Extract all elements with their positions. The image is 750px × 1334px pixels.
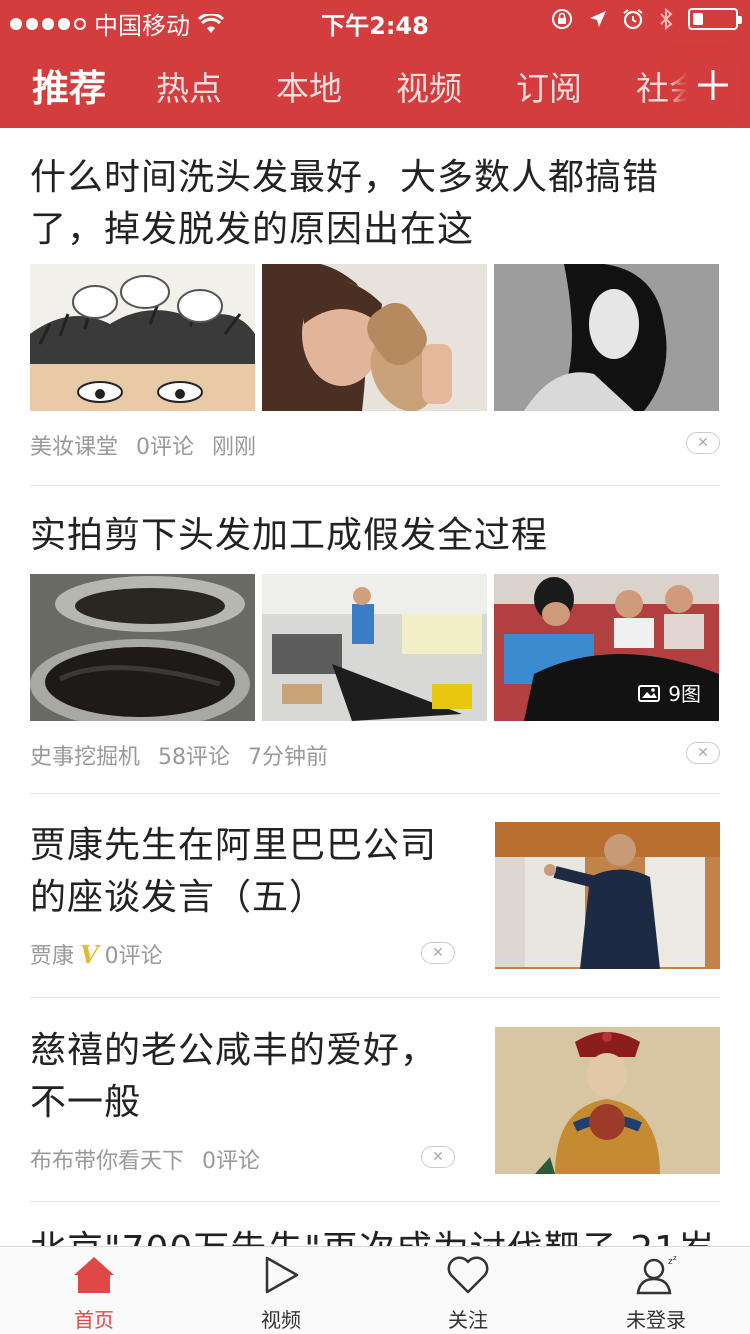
battery-icon [688,8,742,30]
bottom-tab-bar: 首页 视频 关注 z z 未登录 [0,1246,750,1334]
top-header: 中国移动 下午2:48 推荐 热点 本地 视频 订阅 社会 [0,0,750,128]
dismiss-button[interactable]: ✕ [686,742,720,764]
alarm-icon [623,9,643,30]
article-card[interactable]: 什么时间洗头发最好，大多数人都搞错了，掉发脱发的原因出在这 美妆课堂 0评论 刚… [30,152,720,461]
tab-video-label: 视频 [261,1308,301,1332]
article-comments: 0评论 [136,435,195,460]
tab-home-label: 首页 [74,1308,114,1332]
divider [30,485,720,486]
play-icon [265,1256,299,1294]
article-title[interactable]: 北京"700万告先"再次成为讨伐靶子 21岁 [30,1224,720,1246]
tab-follow-label: 关注 [448,1308,488,1332]
article-comments: 58评论 [158,745,231,770]
tab-hot[interactable]: 热点 [156,62,222,110]
image-gallery-icon [638,684,661,702]
article-title[interactable]: 慈禧的老公咸丰的爱好，不一般 [30,1025,460,1129]
article-source[interactable]: 史事挖掘机 [30,739,140,771]
article-meta: 史事挖掘机 58评论 7分钟前 ✕ [30,739,720,771]
status-icons [550,7,742,31]
article-meta: 布布带你看天下 0评论 ✕ [30,1143,455,1175]
rotation-lock-icon [552,9,572,29]
long-hair-thumbnail[interactable] [494,264,719,411]
close-icon: ✕ [432,945,444,961]
divider [30,1201,720,1202]
article-meta: 美妆课堂 0评论 刚刚 ✕ [30,429,720,461]
article-images [30,264,720,411]
gallery-count-badge: 9图 [638,678,701,707]
bluetooth-icon [660,7,673,31]
svg-text:z: z [673,1255,677,1262]
status-bar: 中国移动 下午2:48 [0,0,750,40]
tab-local[interactable]: 本地 [276,62,342,110]
speaker-thumbnail[interactable] [495,822,720,969]
tab-video[interactable]: 视频 [396,62,462,110]
plus-icon [698,70,728,100]
dismiss-button[interactable]: ✕ [686,432,720,454]
article-source[interactable]: 布布带你看天下 [30,1143,184,1175]
article-meta: 贾康 V 0评论 ✕ [30,938,455,970]
divider [30,997,720,998]
article-images: 9图 [30,574,720,721]
article-comments: 0评论 [104,944,163,969]
close-icon: ✕ [432,1149,444,1165]
article-card[interactable]: 实拍剪下头发加工成假发全过程 9图 史事挖掘机 58评论 7分钟前 ✕ [30,510,720,771]
tab-profile[interactable]: z z 未登录 [606,1254,706,1333]
article-time: 刚刚 [212,435,257,460]
article-title[interactable]: 什么时间洗头发最好，大多数人都搞错了，掉发脱发的原因出在这 [30,152,720,256]
verified-badge-icon: V [80,939,99,969]
hair-loss-thumbnail[interactable] [262,264,487,411]
add-channel-button[interactable] [686,58,740,112]
article-card[interactable]: 北京"700万告先"再次成为讨伐靶子 21岁 [30,1222,720,1246]
divider [30,793,720,794]
tab-home[interactable]: 首页 [44,1255,144,1333]
dismiss-button[interactable]: ✕ [421,1146,455,1168]
emperor-portrait-thumbnail[interactable] [495,1027,720,1174]
home-icon [74,1257,114,1293]
close-icon: ✕ [697,435,709,451]
battery-level [693,13,703,25]
gallery-count: 9图 [668,682,701,706]
article-card[interactable]: 贾康先生在阿里巴巴公司的座谈发言（五） 贾康 V 0评论 ✕ [30,820,720,970]
workers-thumbnail[interactable]: 9图 [494,574,719,721]
tab-profile-label: 未登录 [626,1308,686,1332]
article-time: 7分钟前 [248,745,329,770]
wig-pot-thumbnail[interactable] [30,574,255,721]
close-icon: ✕ [697,745,709,761]
tab-follow[interactable]: 关注 [418,1255,518,1333]
tab-recommend[interactable]: 推荐 [32,58,106,112]
article-source[interactable]: 美妆课堂 [30,429,118,461]
factory-thumbnail[interactable] [262,574,487,721]
article-comments: 0评论 [202,1149,261,1174]
tab-subscribe[interactable]: 订阅 [516,62,582,110]
location-arrow-icon [590,11,606,27]
heart-icon [447,1256,489,1294]
cartoon-thumbnail[interactable] [30,264,255,411]
article-title[interactable]: 贾康先生在阿里巴巴公司的座谈发言（五） [30,820,460,924]
article-card[interactable]: 慈禧的老公咸丰的爱好，不一般 布布带你看天下 0评论 ✕ [30,1025,720,1175]
user-icon: z z [636,1254,677,1295]
article-title[interactable]: 实拍剪下头发加工成假发全过程 [30,510,720,562]
tab-video-bottom[interactable]: 视频 [231,1255,331,1333]
article-source[interactable]: 贾康 [30,938,74,970]
channel-tabs: 推荐 热点 本地 视频 订阅 社会 [0,56,700,116]
dismiss-button[interactable]: ✕ [421,942,455,964]
